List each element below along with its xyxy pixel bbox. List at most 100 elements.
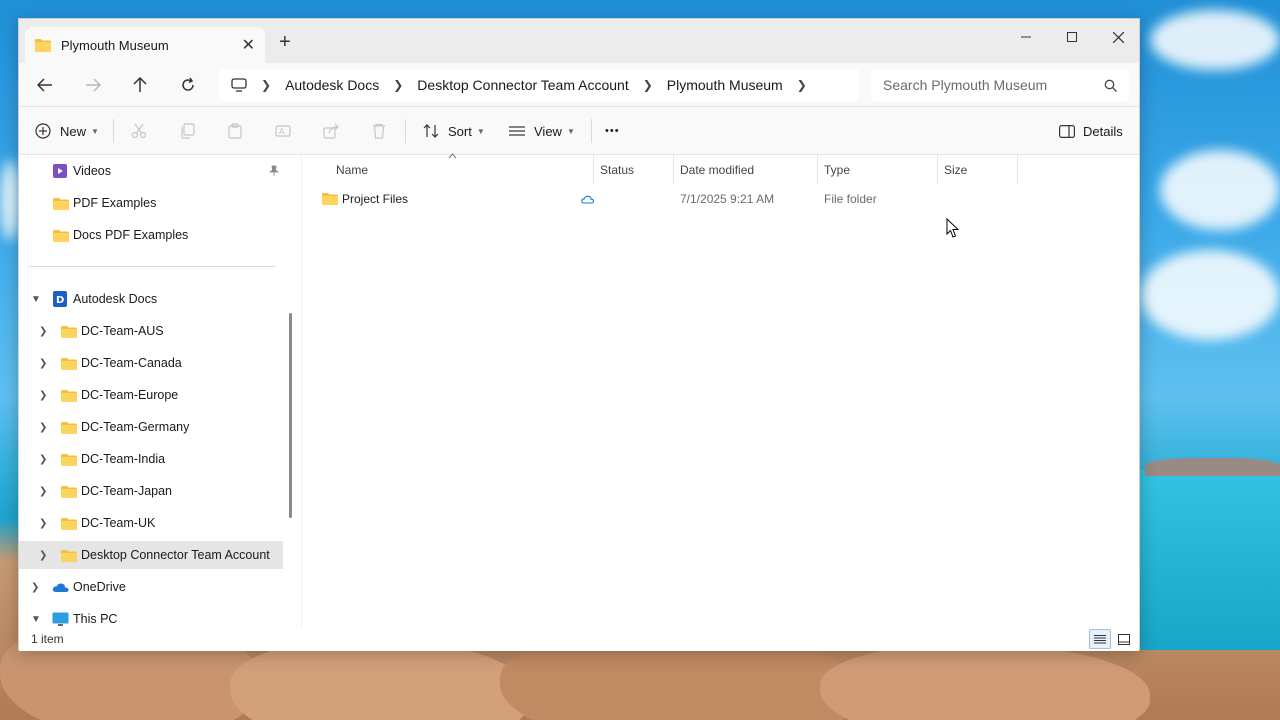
scissors-icon <box>131 123 147 139</box>
sidebar-item-dc-team-canada[interactable]: ❯ DC-Team-Canada <box>19 349 283 377</box>
column-header-name[interactable]: Name <box>330 153 594 185</box>
sidebar-item-label: This PC <box>73 612 118 626</box>
command-bar: New ▼ A Sort ▼ View ▼ ••• Details <box>19 107 1139 155</box>
breadcrumb[interactable]: ❯ Autodesk Docs ❯ Desktop Connector Team… <box>219 69 859 101</box>
status-bar: 1 item <box>19 627 1139 651</box>
breadcrumb-team-account[interactable]: Desktop Connector Team Account <box>417 77 628 93</box>
tab-plymouth-museum[interactable]: Plymouth Museum ✕ <box>25 27 265 63</box>
trash-icon <box>373 123 385 139</box>
sidebar-item-dc-team-uk[interactable]: ❯ DC-Team-UK <box>19 509 283 537</box>
sidebar-item-onedrive[interactable]: ❯ OneDrive <box>19 573 283 601</box>
large-icons-view-button[interactable] <box>1113 629 1135 649</box>
back-button[interactable] <box>29 71 61 99</box>
title-bar: Plymouth Museum ✕ + <box>19 19 1139 63</box>
chevron-right-icon[interactable]: ❯ <box>31 582 39 593</box>
sidebar-item-dc-team-india[interactable]: ❯ DC-Team-India <box>19 445 283 473</box>
sidebar-item-dc-team-europe[interactable]: ❯ DC-Team-Europe <box>19 381 283 409</box>
monitor-icon <box>52 612 69 626</box>
chevron-right-icon[interactable]: ❯ <box>39 550 47 561</box>
cut-button[interactable] <box>131 119 147 143</box>
chevron-right-icon[interactable]: ❯ <box>39 326 47 337</box>
rename-button[interactable]: A <box>275 119 291 143</box>
chevron-right-icon[interactable]: ❯ <box>39 358 47 369</box>
maximize-button[interactable] <box>1049 23 1095 51</box>
breadcrumb-plymouth-museum[interactable]: Plymouth Museum <box>667 77 783 93</box>
column-label: Name <box>336 163 369 177</box>
new-button[interactable]: New ▼ <box>35 119 99 143</box>
copy-button[interactable] <box>179 119 195 143</box>
breadcrumb-autodesk-docs[interactable]: Autodesk Docs <box>285 77 379 93</box>
sidebar-item-dc-team-aus[interactable]: ❯ DC-Team-AUS <box>19 317 283 345</box>
close-icon <box>1112 31 1124 43</box>
sort-button[interactable]: Sort ▼ <box>423 119 485 143</box>
maximize-icon <box>1067 32 1077 42</box>
copy-icon <box>181 123 195 139</box>
sidebar-item-videos[interactable]: Videos <box>19 157 283 185</box>
sidebar-divider <box>29 266 275 267</box>
sidebar-item-docs-pdf-examples[interactable]: Docs PDF Examples <box>19 221 283 249</box>
close-window-button[interactable] <box>1095 23 1141 51</box>
new-tab-button[interactable]: + <box>279 31 291 54</box>
view-button[interactable]: View ▼ <box>509 119 575 143</box>
paste-button[interactable] <box>227 119 243 143</box>
mouse-cursor-icon <box>946 218 960 238</box>
chevron-down-icon[interactable]: ▼ <box>31 294 41 305</box>
column-header-type[interactable]: Type <box>818 155 938 185</box>
column-label: Status <box>600 163 635 177</box>
folder-icon <box>61 357 77 370</box>
details-view-button[interactable] <box>1089 629 1111 649</box>
background-sea <box>1140 470 1280 650</box>
sidebar-item-desktop-connector-team-account[interactable]: ❯ Desktop Connector Team Account <box>19 541 283 569</box>
minimize-button[interactable] <box>1003 23 1049 51</box>
sidebar-item-dc-team-germany[interactable]: ❯ DC-Team-Germany <box>19 413 283 441</box>
folder-icon <box>61 389 77 402</box>
sidebar-item-label: DC-Team-Germany <box>81 420 190 434</box>
search-box[interactable] <box>871 69 1129 101</box>
chevron-right-icon[interactable]: ❯ <box>39 518 47 529</box>
chevron-right-icon[interactable]: ❯ <box>797 78 807 92</box>
folder-icon <box>322 193 338 205</box>
column-header-size[interactable]: Size <box>938 155 1018 185</box>
details-button[interactable]: Details <box>1059 119 1123 143</box>
sidebar-item-autodesk-docs[interactable]: ▼ D Autodesk Docs <box>19 285 283 313</box>
toolbar-divider <box>591 119 592 143</box>
chevron-right-icon: ❯ <box>393 78 404 92</box>
sidebar-item-label: Desktop Connector Team Account <box>81 548 270 562</box>
column-header-status[interactable]: Status <box>594 155 674 185</box>
search-icon <box>1104 79 1117 92</box>
share-button[interactable] <box>323 119 339 143</box>
forward-button[interactable] <box>77 71 109 99</box>
refresh-button[interactable] <box>172 71 204 99</box>
sidebar-item-dc-team-japan[interactable]: ❯ DC-Team-Japan <box>19 477 283 505</box>
chevron-right-icon[interactable]: ❯ <box>39 390 47 401</box>
folder-icon <box>61 325 77 338</box>
delete-button[interactable] <box>371 119 387 143</box>
background-rock <box>230 640 530 720</box>
file-list: Name Status Date modified Type Size Proj… <box>301 153 1139 627</box>
chevron-right-icon: ❯ <box>261 78 272 92</box>
pin-icon[interactable] <box>269 165 279 177</box>
table-row[interactable]: Project Files 7/1/2025 9:21 AM File fold… <box>320 185 1120 213</box>
sidebar-item-label: DC-Team-Japan <box>81 484 173 498</box>
close-tab-icon[interactable]: ✕ <box>242 35 255 55</box>
chevron-down-icon[interactable]: ▼ <box>31 614 41 625</box>
view-label: View <box>534 123 562 139</box>
new-label: New <box>60 123 87 139</box>
background-cloud <box>0 160 20 240</box>
chevron-right-icon[interactable]: ❯ <box>39 454 47 465</box>
up-arrow-icon <box>133 77 147 92</box>
folder-icon <box>53 229 69 242</box>
chevron-right-icon[interactable]: ❯ <box>39 486 47 497</box>
more-options-button[interactable]: ••• <box>605 119 620 143</box>
sidebar-item-this-pc[interactable]: ▼ This PC <box>19 605 283 627</box>
chevron-down-icon: ▼ <box>91 126 99 136</box>
column-header-date-modified[interactable]: Date modified <box>674 155 818 185</box>
up-button[interactable] <box>124 71 156 99</box>
search-input[interactable] <box>883 77 1104 93</box>
sidebar-scrollbar[interactable] <box>289 313 292 518</box>
sidebar-item-pdf-examples[interactable]: PDF Examples <box>19 189 283 217</box>
list-view-icon <box>509 126 525 136</box>
sidebar-item-label: OneDrive <box>73 580 126 594</box>
chevron-right-icon[interactable]: ❯ <box>39 422 47 433</box>
refresh-icon <box>182 77 194 91</box>
